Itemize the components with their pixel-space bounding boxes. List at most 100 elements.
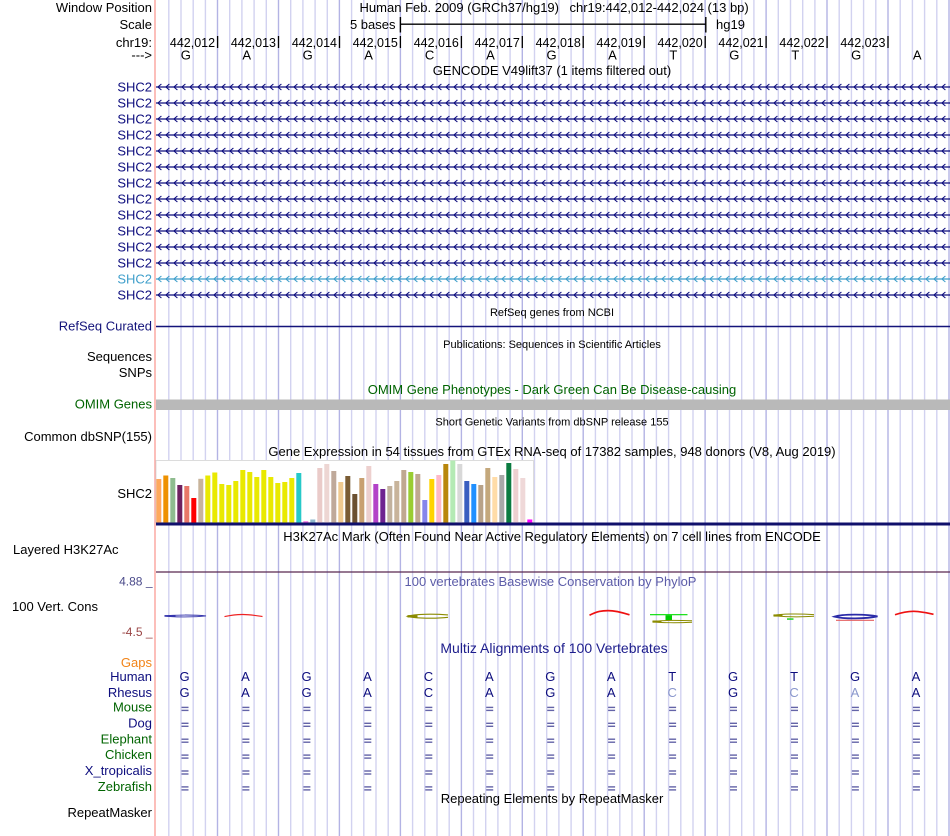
svg-text:A: A <box>912 685 921 700</box>
svg-text:OMIM Gene Phenotypes - Dark Gr: OMIM Gene Phenotypes - Dark Green Can Be… <box>368 382 737 397</box>
svg-text:RefSeq genes from NCBI: RefSeq genes from NCBI <box>490 307 614 319</box>
svg-text:Rhesus: Rhesus <box>108 685 153 700</box>
svg-text:SHC2: SHC2 <box>117 176 152 191</box>
svg-text:SHC2: SHC2 <box>117 288 152 303</box>
svg-text:G: G <box>180 669 190 684</box>
svg-text:A: A <box>851 685 860 700</box>
svg-text:5 bases: 5 bases <box>350 17 396 32</box>
svg-text:G: G <box>303 48 313 63</box>
svg-text:chr19:442,012-442,024 (13 bp): chr19:442,012-442,024 (13 bp) <box>570 0 749 15</box>
svg-text:100 Vert. Cons: 100 Vert. Cons <box>12 599 98 614</box>
svg-text:SNPs: SNPs <box>119 365 153 380</box>
svg-text:442,019: 442,019 <box>597 36 642 50</box>
svg-text:SHC2: SHC2 <box>117 80 152 95</box>
svg-text:A: A <box>607 669 616 684</box>
svg-text:A: A <box>363 669 372 684</box>
svg-text:Window Position: Window Position <box>56 0 152 15</box>
svg-text:A: A <box>241 669 250 684</box>
svg-text:442,023: 442,023 <box>840 36 885 50</box>
svg-text:442,018: 442,018 <box>536 36 581 50</box>
svg-text:100 vertebrates Basewise Conse: 100 vertebrates Basewise Conservation by… <box>405 574 697 589</box>
svg-text:X_tropicalis: X_tropicalis <box>85 763 153 778</box>
svg-text:H3K27Ac Mark (Often Found Near: H3K27Ac Mark (Often Found Near Active Re… <box>283 529 821 544</box>
svg-text:SHC2: SHC2 <box>117 192 152 207</box>
svg-text:SHC2: SHC2 <box>117 486 152 501</box>
svg-text:SHC2: SHC2 <box>117 208 152 223</box>
svg-text:Zebrafish: Zebrafish <box>98 779 152 794</box>
svg-text:C: C <box>425 48 434 63</box>
svg-text:T: T <box>791 48 799 63</box>
svg-text:G: G <box>850 669 860 684</box>
svg-text:A: A <box>608 48 617 63</box>
svg-text:G: G <box>728 669 738 684</box>
svg-text:442,017: 442,017 <box>475 36 520 50</box>
svg-text:442,015: 442,015 <box>353 36 398 50</box>
svg-text:Multiz Alignments of 100 Verte: Multiz Alignments of 100 Vertebrates <box>440 640 667 656</box>
svg-text:Chicken: Chicken <box>105 747 152 762</box>
svg-text:Short Genetic Variants from db: Short Genetic Variants from dbSNP releas… <box>435 417 668 429</box>
svg-text:SHC2: SHC2 <box>117 112 152 127</box>
svg-text:G: G <box>729 48 739 63</box>
svg-text:Publications: Sequences in Sci: Publications: Sequences in Scientific Ar… <box>443 339 661 351</box>
svg-text:hg19: hg19 <box>716 17 745 32</box>
svg-text:442,020: 442,020 <box>658 36 703 50</box>
svg-text:G: G <box>545 669 555 684</box>
svg-text:C: C <box>424 685 433 700</box>
svg-text:Human Feb. 2009 (GRCh37/hg19): Human Feb. 2009 (GRCh37/hg19) <box>360 0 559 15</box>
svg-text:442,013: 442,013 <box>231 36 276 50</box>
svg-text:Mouse: Mouse <box>113 700 152 715</box>
svg-text:442,016: 442,016 <box>414 36 459 50</box>
svg-text:GENCODE V49lift37 (1 items fil: GENCODE V49lift37 (1 items filtered out) <box>433 63 671 78</box>
svg-text:C: C <box>789 685 798 700</box>
svg-text:SHC2: SHC2 <box>117 128 152 143</box>
svg-text:Human: Human <box>110 669 152 684</box>
svg-text:Layered H3K27Ac: Layered H3K27Ac <box>13 542 119 557</box>
svg-text:4.88 _: 4.88 _ <box>119 575 153 589</box>
svg-text:SHC2: SHC2 <box>117 256 152 271</box>
svg-text:A: A <box>607 685 616 700</box>
svg-text:442,012: 442,012 <box>170 36 215 50</box>
svg-text:SHC2: SHC2 <box>117 272 152 287</box>
svg-text:-4.5 _: -4.5 _ <box>122 625 153 639</box>
svg-text:G: G <box>545 685 555 700</box>
svg-text:C: C <box>668 685 677 700</box>
svg-text:SHC2: SHC2 <box>117 160 152 175</box>
svg-text:SHC2: SHC2 <box>117 224 152 239</box>
svg-text:A: A <box>486 48 495 63</box>
svg-text:SHC2: SHC2 <box>117 240 152 255</box>
svg-text:G: G <box>546 48 556 63</box>
svg-text:A: A <box>912 669 921 684</box>
svg-text:SHC2: SHC2 <box>117 96 152 111</box>
svg-text:Sequences: Sequences <box>87 349 153 364</box>
svg-text:442,022: 442,022 <box>779 36 824 50</box>
svg-text:A: A <box>485 669 494 684</box>
svg-text:Dog: Dog <box>128 715 152 730</box>
svg-text:T: T <box>790 669 798 684</box>
svg-text:A: A <box>913 48 922 63</box>
svg-text:A: A <box>242 48 251 63</box>
svg-text:T: T <box>668 669 676 684</box>
svg-text:442,021: 442,021 <box>718 36 763 50</box>
svg-text:Common dbSNP(155): Common dbSNP(155) <box>24 429 152 444</box>
svg-text:Scale: Scale <box>119 17 152 32</box>
svg-text:G: G <box>301 685 311 700</box>
svg-text:A: A <box>241 685 250 700</box>
svg-text:OMIM Genes: OMIM Genes <box>75 397 153 412</box>
svg-text:Gene Expression in 54 tissues: Gene Expression in 54 tissues from GTEx … <box>268 444 835 459</box>
svg-text:Repeating Elements by RepeatMa: Repeating Elements by RepeatMasker <box>441 791 664 806</box>
svg-text:A: A <box>364 48 373 63</box>
svg-text:G: G <box>851 48 861 63</box>
svg-text:RepeatMasker: RepeatMasker <box>67 805 152 820</box>
svg-text:SHC2: SHC2 <box>117 144 152 159</box>
svg-text:Gaps: Gaps <box>121 655 153 670</box>
svg-text:T: T <box>669 48 677 63</box>
svg-text:A: A <box>363 685 372 700</box>
svg-text:--->: ---> <box>131 48 152 63</box>
svg-text:G: G <box>181 48 191 63</box>
svg-text:RefSeq Curated: RefSeq Curated <box>59 319 152 334</box>
svg-text:442,014: 442,014 <box>292 36 337 50</box>
svg-text:G: G <box>301 669 311 684</box>
svg-text:G: G <box>180 685 190 700</box>
svg-text:C: C <box>424 669 433 684</box>
svg-text:A: A <box>485 685 494 700</box>
